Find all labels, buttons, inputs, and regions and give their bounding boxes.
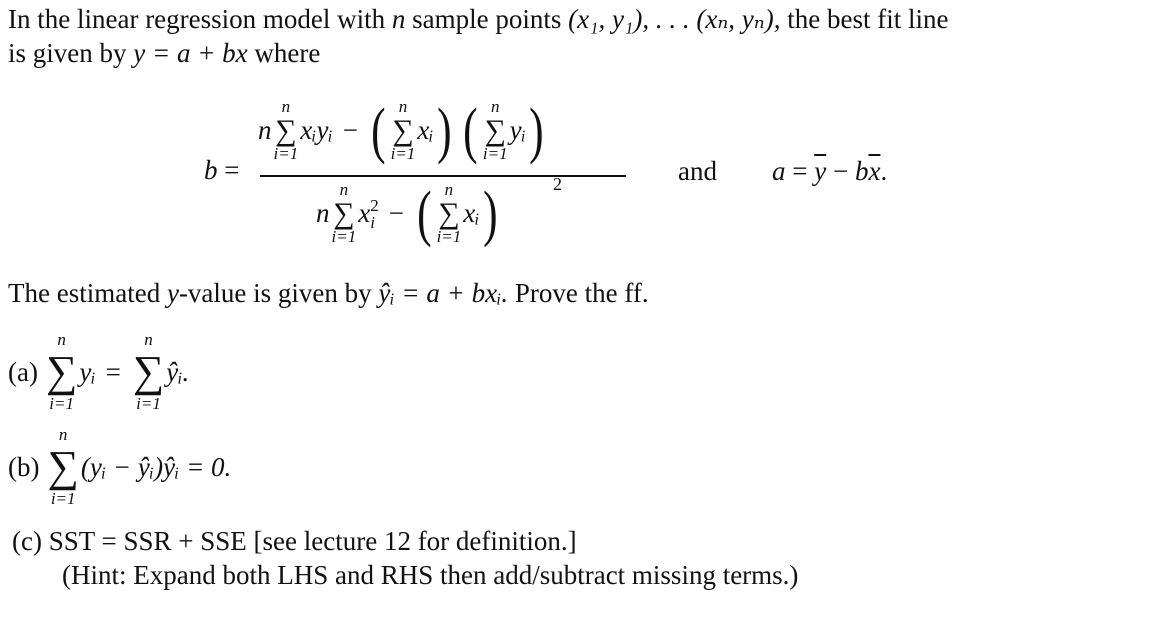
part-b-expression: (yᵢ − ŷᵢ)ŷᵢ = 0. [80, 451, 232, 482]
intro-line-1: In the linear regression model with n sa… [8, 4, 948, 35]
part-b-sum: n ∑ i=1 [47, 425, 79, 508]
part-c-expression: SST = SSR + SSE [48, 526, 247, 556]
numerator: n n ∑ i=1 xᵢyᵢ − ( n ∑ i=1 xᵢ ) ( n ∑ i=… [258, 96, 544, 165]
num-sum-1: n ∑ i=1 [273, 97, 299, 163]
sample-points: (x₁, y₁), . . . (xₙ, yₙ), [568, 4, 781, 34]
den-power: 2 [553, 174, 562, 194]
part-c-note: [see lecture 12 for definition.] [253, 526, 577, 556]
y-hat: ŷᵢ [378, 278, 395, 308]
intro-text: In the linear regression model with [8, 4, 386, 34]
estimated-text-2: -value is given by [178, 278, 372, 308]
estimated-text-3: Prove the ff. [514, 278, 649, 308]
num-term-x: xᵢ [417, 115, 434, 145]
part-a: (a) n ∑ i=1 yᵢ = n ∑ i=1 ŷᵢ. [8, 330, 190, 413]
estimated-line: The estimated y-value is given by ŷᵢ = a… [8, 278, 649, 309]
estimate-equation: = a + bxᵢ. [401, 278, 509, 308]
den-term-x2: xᵢ [463, 198, 480, 228]
var-n: n [391, 4, 406, 34]
den-sum-1: n ∑ i=1 [331, 180, 357, 246]
part-a-rhs-term: ŷᵢ. [166, 356, 190, 387]
den-sum-2: n ∑ i=1 [436, 180, 462, 246]
intro-line-2: is given by y = a + bx where [8, 38, 320, 69]
den-n: n [316, 198, 330, 228]
part-a-label: (a) [8, 356, 38, 387]
num-term-xy: xᵢyᵢ [300, 115, 333, 145]
b-lhs: b = [204, 155, 240, 185]
num-sum-3: n ∑ i=1 [482, 97, 508, 163]
den-term-x: x [358, 198, 371, 228]
and-text: and [678, 156, 717, 186]
part-b-label: (b) [8, 451, 40, 482]
part-c-label: (c) [12, 526, 42, 556]
part-b: (b) n ∑ i=1 (yᵢ − ŷᵢ)ŷᵢ = 0. [8, 425, 231, 509]
part-a-lhs-term: yᵢ [79, 356, 96, 387]
intro-text-4: is given by [8, 38, 127, 68]
num-sum-2: n ∑ i=1 [390, 97, 416, 163]
num-n: n [258, 115, 272, 145]
estimated-text-1: The estimated [8, 278, 161, 308]
intro-text-2: sample points [412, 4, 562, 34]
var-y: y [166, 278, 179, 308]
part-a-sum-lhs: n ∑ i=1 [45, 330, 78, 413]
denominator: n n ∑ i=1 x2i − ( n ∑ i=1 xᵢ ) [316, 179, 498, 248]
part-a-sum-rhs: n ∑ i=1 [132, 330, 165, 413]
part-c-hint: (Hint: Expand both LHS and RHS then add/… [62, 560, 799, 590]
regression-line-equation: y = a + bx [133, 38, 248, 68]
part-c: (c) SST = SSR + SSE [see lecture 12 for … [12, 526, 577, 557]
a-formula: a = y − bx. [772, 156, 888, 186]
intro-text-3: the best fit line [787, 4, 949, 34]
num-term-y: yᵢ [509, 115, 526, 145]
intro-text-5: where [254, 38, 321, 68]
fraction-bar [260, 175, 626, 177]
